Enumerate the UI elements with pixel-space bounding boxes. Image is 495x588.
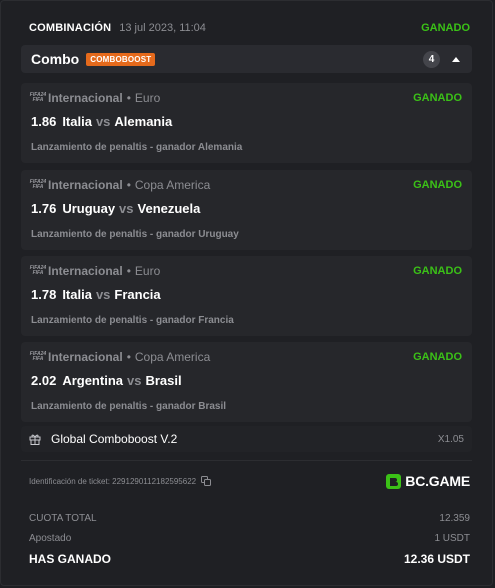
- stake-label: Apostado: [29, 532, 72, 544]
- league-name: Internacional: [48, 91, 123, 105]
- totals-section: CUOTA TOTAL 12.359 Apostado 1 USDT HAS G…: [29, 508, 470, 570]
- fifa-logo-icon: FIFA24 FIFA: [29, 92, 47, 103]
- bet-odds: 1.86: [31, 114, 57, 129]
- competition-name: Copa America: [134, 178, 211, 192]
- competition-name: Euro: [134, 91, 161, 105]
- gift-icon: [29, 434, 41, 445]
- versus-label: vs: [126, 373, 142, 388]
- slip-date: 13 jul 2023, 11:04: [119, 22, 206, 34]
- bet-selection-card: FIFA24 FIFA Internacional • Copa America GANA…: [21, 342, 472, 422]
- total-odds-value: 12.359: [439, 512, 470, 524]
- bet-status: GANADO: [413, 265, 462, 277]
- bet-slip-card: COMBINACIÓN 13 jul 2023, 11:04 GANADO Co…: [0, 0, 493, 586]
- bet-status: GANADO: [413, 179, 462, 191]
- selection-count-badge: 4: [423, 50, 440, 68]
- bet-status: GANADO: [413, 351, 462, 363]
- ticket-id-row: Identificación de ticket: 22912901121825…: [29, 474, 212, 488]
- league-name: Internacional: [48, 350, 123, 364]
- bet-selection-card: FIFA24 FIFA Internacional • Copa America GANA…: [21, 170, 472, 250]
- slip-header: COMBINACIÓN 13 jul 2023, 11:04 GANADO: [29, 19, 470, 37]
- away-team: Francia: [114, 287, 161, 302]
- chevron-up-icon[interactable]: [452, 56, 460, 62]
- home-team: Italia: [62, 287, 92, 302]
- separator-dot: •: [126, 350, 131, 364]
- total-odds-label: CUOTA TOTAL: [29, 512, 97, 524]
- divider: [21, 460, 472, 461]
- winnings-value: 12.36 USDT: [403, 552, 470, 566]
- comboboost-badge: COMBOBOOST: [86, 52, 156, 66]
- league-name: Internacional: [48, 264, 123, 278]
- stake-row: Apostado 1 USDT: [29, 528, 470, 548]
- bet-selection-card: FIFA24 FIFA Internacional • Euro GANADO 1.86 It…: [21, 83, 472, 163]
- brand-name: BC.GAME: [405, 473, 470, 489]
- bet-meta-row: FIFA24 FIFA Internacional • Euro GANADO: [29, 91, 462, 105]
- ticket-id-text: Identificación de ticket: 22912901121825…: [29, 476, 197, 486]
- league-name: Internacional: [48, 178, 123, 192]
- bet-odds: 2.02: [31, 373, 57, 388]
- slip-status: GANADO: [421, 22, 470, 34]
- match-row: 1.76 Uruguay vs Venezuela: [31, 201, 200, 216]
- competition-name: Euro: [134, 264, 161, 278]
- bet-odds: 1.76: [31, 201, 57, 216]
- comboboost-name: Global Comboboost V.2: [51, 432, 178, 446]
- bet-market-pick: Lanzamiento de penaltis - ganador Aleman…: [31, 142, 243, 153]
- total-odds-row: CUOTA TOTAL 12.359: [29, 508, 470, 528]
- away-team: Brasil: [145, 373, 182, 388]
- competition-name: Copa America: [134, 350, 211, 364]
- slip-title: COMBINACIÓN: [29, 22, 112, 34]
- brand-logo: BC.GAME: [386, 471, 470, 491]
- bet-market-pick: Lanzamiento de penaltis - ganador Brasil: [31, 401, 227, 412]
- separator-dot: •: [126, 178, 131, 192]
- stake-value: 1 USDT: [434, 532, 470, 544]
- versus-label: vs: [119, 201, 134, 216]
- comboboost-multiplier: X1.05: [437, 433, 464, 445]
- copy-icon[interactable]: [201, 476, 212, 486]
- bet-status: GANADO: [413, 92, 462, 104]
- comboboost-row: Global Comboboost V.2 X1.05: [21, 426, 472, 452]
- winnings-label: HAS GANADO: [29, 552, 112, 566]
- combo-label: Combo: [31, 51, 80, 67]
- separator-dot: •: [126, 91, 131, 105]
- fifa-logo-icon: FIFA24 FIFA: [29, 265, 47, 276]
- home-team: Argentina: [62, 373, 123, 388]
- winnings-row: HAS GANADO 12.36 USDT: [29, 548, 470, 570]
- bet-odds: 1.78: [31, 287, 57, 302]
- bet-meta-row: FIFA24 FIFA Internacional • Copa America GANA…: [29, 350, 462, 364]
- away-team: Alemania: [114, 114, 173, 129]
- fifa-logo-icon: FIFA24 FIFA: [29, 351, 47, 362]
- away-team: Venezuela: [137, 201, 201, 216]
- fifa-logo-icon: FIFA24 FIFA: [29, 179, 47, 190]
- match-row: 1.78 Italia vs Francia: [31, 287, 161, 302]
- versus-label: vs: [95, 287, 111, 302]
- bet-selection-card: FIFA24 FIFA Internacional • Euro GANADO 1.78 It…: [21, 256, 472, 336]
- home-team: Italia: [62, 114, 92, 129]
- home-team: Uruguay: [62, 201, 116, 216]
- bet-meta-row: FIFA24 FIFA Internacional • Copa America GANA…: [29, 178, 462, 192]
- combo-toggle-bar[interactable]: Combo COMBOBOOST 4: [21, 45, 472, 73]
- bet-market-pick: Lanzamiento de penaltis - ganador Franci…: [31, 315, 234, 326]
- separator-dot: •: [126, 264, 131, 278]
- bcgame-logo-icon: [386, 473, 402, 489]
- bet-meta-row: FIFA24 FIFA Internacional • Euro GANADO: [29, 264, 462, 278]
- match-row: 2.02 Argentina vs Brasil: [31, 373, 182, 388]
- versus-label: vs: [95, 114, 111, 129]
- bet-market-pick: Lanzamiento de penaltis - ganador Urugua…: [31, 229, 239, 240]
- match-row: 1.86 Italia vs Alemania: [31, 114, 172, 129]
